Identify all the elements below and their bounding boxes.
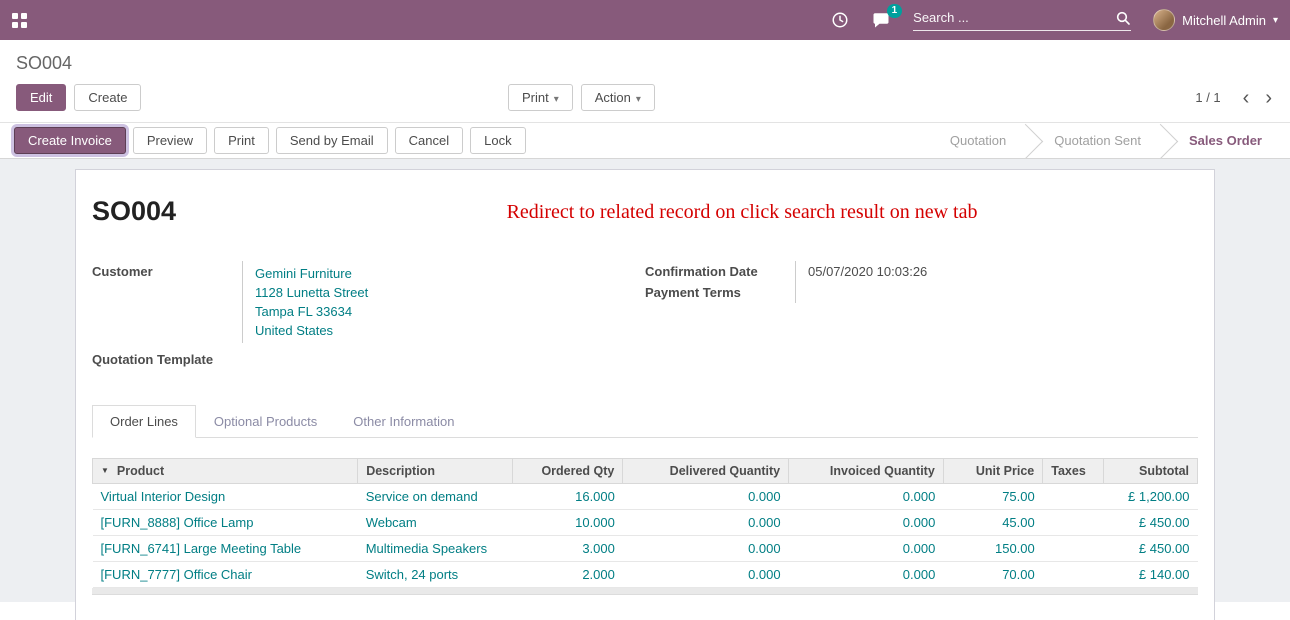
edit-button[interactable]: Edit [16, 84, 66, 111]
confirmation-date-label: Confirmation Date [645, 261, 795, 282]
breadcrumb: SO004 [16, 53, 72, 73]
caret-down-icon: ▾ [636, 94, 641, 105]
activities-clock-icon[interactable] [831, 11, 849, 29]
pager: 1 / 1 ‹ › [1195, 88, 1280, 108]
preview-button[interactable]: Preview [133, 127, 207, 154]
confirmation-date-value: 05/07/2020 10:03:26 [795, 261, 1198, 282]
quotation-template-value[interactable] [242, 349, 645, 370]
red-annotation-text: Redirect to related record on click sear… [176, 196, 1198, 224]
table-row[interactable]: [FURN_6741] Large Meeting Table Multimed… [93, 536, 1198, 562]
apps-menu-icon[interactable] [12, 13, 27, 28]
left-field-group: Customer Gemini Furniture 1128 Lunetta S… [92, 261, 645, 370]
action-dropdown-button[interactable]: Action▾ [581, 84, 655, 111]
table-header-row: ▼Product Description Ordered Qty Deliver… [93, 459, 1198, 484]
user-menu[interactable]: Mitchell Admin ▾ [1153, 9, 1278, 31]
sales-order-sheet: SO004 Redirect to related record on clic… [75, 169, 1215, 620]
customer-value[interactable]: Gemini Furniture 1128 Lunetta Street Tam… [242, 261, 645, 343]
create-invoice-button[interactable]: Create Invoice [14, 127, 126, 154]
payment-terms-label: Payment Terms [645, 282, 795, 303]
col-header-product[interactable]: ▼Product [93, 459, 358, 484]
table-footer-strip [92, 588, 1198, 595]
col-header-delivered-quantity[interactable]: Delivered Quantity [623, 459, 789, 484]
cancel-button[interactable]: Cancel [395, 127, 463, 154]
pager-previous-button[interactable]: ‹ [1235, 88, 1258, 108]
notebook-tabs: Order Lines Optional Products Other Info… [92, 404, 1198, 438]
status-step-sales-order[interactable]: Sales Order [1165, 123, 1286, 158]
create-button[interactable]: Create [74, 84, 141, 111]
print-dropdown-button[interactable]: Print▾ [508, 84, 573, 111]
content-area: SO004 Redirect to related record on clic… [0, 159, 1290, 602]
breadcrumb-row: SO004 [0, 40, 1290, 76]
pager-next-button[interactable]: › [1257, 88, 1280, 108]
user-name: Mitchell Admin [1182, 13, 1266, 28]
global-search [913, 10, 1131, 31]
table-row[interactable]: [FURN_7777] Office Chair Switch, 24 port… [93, 562, 1198, 588]
status-step-quotation[interactable]: Quotation [926, 123, 1030, 158]
lock-button[interactable]: Lock [470, 127, 525, 154]
right-field-group: Confirmation Date 05/07/2020 10:03:26 Pa… [645, 261, 1198, 370]
search-input[interactable] [913, 10, 1115, 25]
quotation-template-label: Quotation Template [92, 349, 242, 370]
top-navbar: 1 Mitchell Admin ▾ [0, 0, 1290, 40]
avatar [1153, 9, 1175, 31]
table-row[interactable]: Virtual Interior Design Service on deman… [93, 484, 1198, 510]
col-header-taxes[interactable]: Taxes [1043, 459, 1104, 484]
tab-other-information[interactable]: Other Information [335, 405, 472, 438]
payment-terms-value[interactable] [795, 282, 1198, 303]
col-header-invoiced-quantity[interactable]: Invoiced Quantity [789, 459, 944, 484]
order-lines-table: ▼Product Description Ordered Qty Deliver… [92, 458, 1198, 588]
tab-order-lines[interactable]: Order Lines [92, 405, 196, 438]
messages-icon[interactable]: 1 [871, 11, 891, 29]
control-panel-buttons: Edit Create Print▾ Action▾ 1 / 1 ‹ › [0, 76, 1290, 122]
chevron-down-icon: ▾ [1273, 15, 1278, 26]
col-header-unit-price[interactable]: Unit Price [943, 459, 1042, 484]
col-header-description[interactable]: Description [358, 459, 513, 484]
col-header-ordered-qty[interactable]: Ordered Qty [512, 459, 623, 484]
status-steps: Quotation Quotation Sent Sales Order [926, 123, 1290, 158]
col-header-subtotal[interactable]: Subtotal [1104, 459, 1198, 484]
status-step-quotation-sent[interactable]: Quotation Sent [1030, 123, 1165, 158]
tab-optional-products[interactable]: Optional Products [196, 405, 335, 438]
send-by-email-button[interactable]: Send by Email [276, 127, 388, 154]
record-title: SO004 [92, 196, 176, 227]
messages-badge: 1 [887, 4, 903, 18]
caret-down-icon[interactable]: ▼ [101, 466, 109, 475]
table-row[interactable]: [FURN_8888] Office Lamp Webcam 10.000 0.… [93, 510, 1198, 536]
pager-count: 1 / 1 [1195, 90, 1220, 105]
print-button[interactable]: Print [214, 127, 269, 154]
caret-down-icon: ▾ [554, 94, 559, 105]
search-icon[interactable] [1115, 10, 1131, 26]
customer-label: Customer [92, 261, 242, 343]
statusbar: Create Invoice Preview Print Send by Ema… [0, 122, 1290, 159]
